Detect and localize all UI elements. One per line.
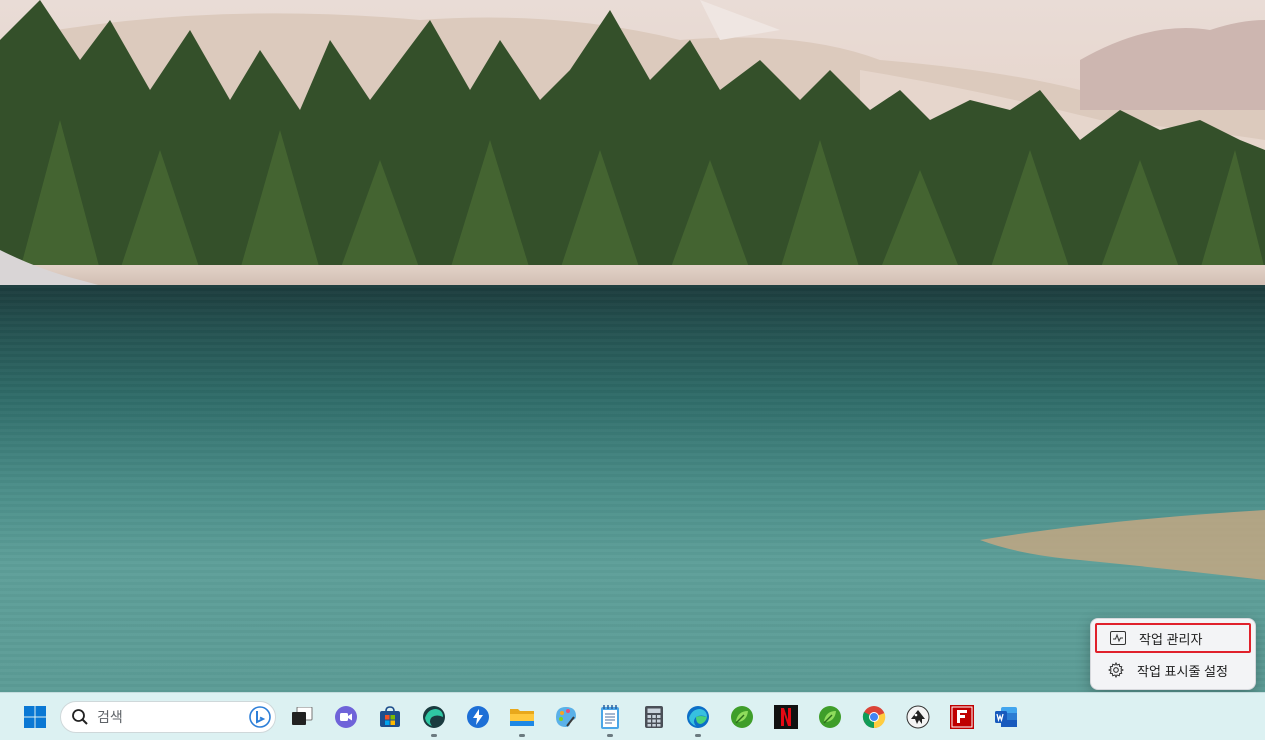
windows-logo-icon: [24, 706, 46, 728]
video-chat-icon: [335, 706, 357, 728]
word-icon: [995, 707, 1017, 727]
lightning-icon: [467, 706, 489, 728]
taskbar: 검색: [0, 692, 1265, 740]
netflix-icon: [774, 705, 798, 729]
edge-icon: [687, 706, 709, 728]
running-indicator: [431, 734, 437, 737]
wallpaper-reeds: [980, 510, 1265, 580]
inkscape-icon: [906, 705, 930, 729]
running-indicator: [519, 734, 525, 737]
search-icon: [72, 709, 88, 725]
folder-icon: [510, 709, 534, 726]
task-view-icon: [292, 707, 313, 725]
wallpaper-forest: [0, 0, 1265, 275]
gear-icon: [1107, 661, 1125, 679]
green-app-1[interactable]: [726, 701, 758, 733]
notepad-icon: [601, 705, 619, 729]
menu-item-taskbar-settings[interactable]: 작업 표시줄 설정: [1095, 655, 1251, 685]
notepad-app[interactable]: [594, 701, 626, 737]
quick-assist-app[interactable]: [462, 701, 494, 733]
inkscape-app[interactable]: [902, 701, 934, 733]
leaf-icon: [819, 706, 841, 728]
wallpaper-lake: [0, 285, 1265, 692]
store-icon: [380, 706, 400, 727]
menu-item-label: 작업 표시줄 설정: [1137, 663, 1228, 679]
search-box[interactable]: 검색: [60, 701, 276, 733]
leaf-icon: [731, 706, 753, 728]
calculator-app[interactable]: [638, 701, 670, 733]
start-button[interactable]: [19, 701, 51, 733]
green-app-2[interactable]: [814, 701, 846, 733]
running-indicator: [695, 734, 701, 737]
microsoft-store-app[interactable]: [374, 701, 406, 733]
menu-item-label: 작업 관리자: [1139, 631, 1203, 647]
netflix-app[interactable]: [770, 701, 802, 733]
task-manager-icon: [1109, 629, 1127, 647]
file-explorer-app[interactable]: [506, 701, 538, 737]
search-placeholder: 검색: [97, 709, 123, 725]
task-view-button[interactable]: [286, 701, 318, 733]
chrome-icon: [862, 706, 886, 729]
chrome-app[interactable]: [858, 701, 890, 733]
filezilla-app[interactable]: [946, 701, 978, 733]
edge-dev-app[interactable]: [418, 701, 450, 737]
calculator-icon: [645, 706, 663, 728]
word-app[interactable]: [990, 701, 1022, 733]
desktop-wallpaper: [0, 0, 1265, 692]
zoom-app[interactable]: [330, 701, 362, 733]
edge-dev-icon: [423, 706, 445, 728]
edge-app[interactable]: [682, 701, 714, 737]
running-indicator: [607, 734, 613, 737]
menu-item-task-manager[interactable]: 작업 관리자: [1095, 623, 1251, 653]
bing-icon[interactable]: [249, 706, 271, 728]
taskbar-context-menu: 작업 관리자 작업 표시줄 설정: [1090, 618, 1256, 690]
palette-icon: [556, 707, 576, 727]
filezilla-icon: [950, 705, 974, 729]
paint-app[interactable]: [550, 701, 582, 733]
